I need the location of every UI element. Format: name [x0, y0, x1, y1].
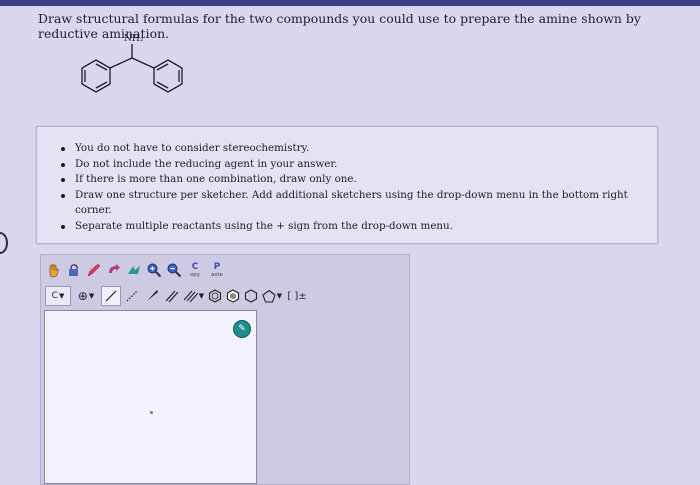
instruction-item: You do not have to consider stereochemis… — [61, 141, 657, 157]
benzene-ring-icon — [208, 289, 222, 303]
benzene-ring-tool[interactable] — [207, 287, 223, 305]
hexagon-icon — [226, 289, 240, 303]
drawing-canvas[interactable] — [44, 310, 257, 484]
left-edge-bracket — [0, 232, 8, 254]
instructions-list: You do not have to consider stereochemis… — [61, 141, 657, 235]
hexagon-outline-icon — [244, 289, 258, 303]
edit-badge-icon[interactable]: ✎ — [233, 320, 251, 338]
zoom-out-icon — [167, 263, 182, 278]
sketcher-toolbar-top: C opy P aste — [45, 259, 229, 281]
wedge-bond-icon — [147, 290, 158, 301]
paste-button[interactable]: P aste — [207, 260, 227, 280]
double-bond-tool[interactable] — [163, 287, 181, 305]
wedge-bond-tool[interactable] — [143, 287, 161, 305]
bracket-tool[interactable]: [ ]± — [285, 287, 309, 305]
single-bond-tool[interactable] — [101, 286, 121, 306]
charge-plus-icon: ⊕ — [77, 289, 88, 303]
chevron-down-icon: ▼ — [88, 292, 95, 300]
pencil-icon — [87, 263, 101, 277]
triple-bond-tool[interactable]: ▼ — [183, 287, 205, 305]
dashed-bond-icon — [126, 290, 138, 302]
sketcher-toolbar-bottom: C ▼ ⊕ ▼ ▼ ▼ []± — [45, 285, 311, 307]
canvas-dot — [150, 411, 153, 414]
rotate-tool[interactable] — [105, 261, 123, 279]
instruction-item: Separate multiple reactants using the + … — [61, 219, 657, 235]
zoom-in-icon — [147, 263, 162, 278]
copy-letter: C — [191, 261, 199, 272]
amine-structure-drawing: NH₂ — [81, 34, 183, 93]
paste-label: aste — [211, 271, 223, 278]
instruction-item: Draw one structure per sketcher. Add add… — [61, 188, 657, 219]
copy-label: opy — [189, 271, 201, 278]
single-bond-icon — [105, 290, 117, 302]
rotate-icon — [109, 264, 120, 273]
amine-label: NH₂ — [124, 34, 144, 44]
hand-icon — [49, 264, 59, 278]
instructions-panel: You do not have to consider stereochemis… — [36, 126, 658, 244]
instruction-item: If there is more than one combination, d… — [61, 172, 657, 188]
pentagon-icon — [262, 289, 276, 303]
left-benzene-ring — [81, 59, 111, 93]
zoom-in-button[interactable] — [145, 261, 163, 279]
bracket-label: [ ]± — [287, 290, 307, 302]
triple-bond-icon — [183, 290, 198, 303]
flip-tool[interactable] — [125, 261, 143, 279]
flip-icon — [128, 266, 140, 274]
cyclopentane-tool[interactable]: ▼ — [261, 287, 283, 305]
hexagon-ring-tool[interactable] — [225, 287, 241, 305]
copy-button[interactable]: C opy — [185, 260, 205, 280]
pencil-tool[interactable] — [85, 261, 103, 279]
chevron-down-icon: ▼ — [58, 292, 65, 300]
top-bar — [0, 0, 700, 6]
structure-sketcher: C opy P aste C ▼ ⊕ ▼ ▼ ▼ []± ✎ — [40, 254, 410, 485]
lasso-icon — [69, 264, 78, 276]
paste-letter: P — [213, 261, 221, 272]
chevron-down-icon: ▼ — [276, 292, 283, 300]
edit-badge-label: ✎ — [238, 324, 246, 334]
cyclohexane-tool[interactable] — [243, 287, 259, 305]
double-bond-icon — [165, 290, 179, 303]
zoom-out-button[interactable] — [165, 261, 183, 279]
charge-selector[interactable]: ⊕ ▼ — [73, 287, 99, 305]
amine-structure: NH₂ — [72, 28, 192, 108]
instruction-item: Do not include the reducing agent in you… — [61, 157, 657, 173]
erase-tool[interactable] — [65, 261, 83, 279]
atom-label: C — [51, 291, 58, 301]
dashed-bond-tool[interactable] — [123, 287, 141, 305]
right-benzene-ring — [153, 59, 183, 93]
atom-selector[interactable]: C ▼ — [45, 286, 71, 306]
chevron-down-icon: ▼ — [198, 292, 205, 300]
select-hand-tool[interactable] — [45, 261, 63, 279]
